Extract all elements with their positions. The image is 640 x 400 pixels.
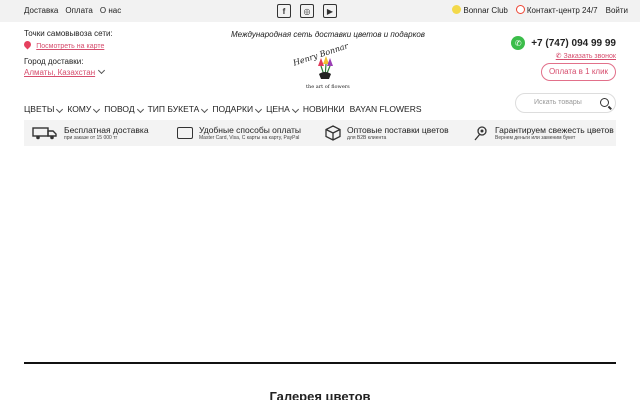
chevron-down-icon [93,105,101,113]
top-right: Bonnar Club Контакт-центр 24/7 Войти [452,5,628,15]
pay-one-click-button[interactable]: Оплата в 1 клик [541,63,616,81]
nav-item-bayan-flowers[interactable]: BAYAN FLOWERS [350,104,422,114]
city-value: Алматы, Казахстан [24,68,96,77]
city-label: Город доставки: [24,57,84,66]
feature-title: Бесплатная доставка [64,124,149,135]
nav-item-occasion[interactable]: ПОВОД [104,104,144,114]
social-links: f ◎ ▶ [277,4,337,18]
gallery-heading: Галерея цветов [269,389,371,400]
pickup-label: Точки самовывоза сети: [24,29,113,38]
main-nav: ЦВЕТЫ КОМУ ПОВОД ТИП БУКЕТА ПОДАРКИ ЦЕНА… [24,104,422,114]
search-icon[interactable] [600,98,609,107]
tulips-logo-icon [318,56,333,79]
chevron-down-icon [255,105,263,113]
box-icon [325,125,341,141]
nav-label: ПОВОД [104,104,135,114]
about-link[interactable]: О нас [100,6,121,15]
top-links: Доставка Оплата О нас [24,6,121,15]
feature-subtitle: для B2B клиента [347,134,387,141]
nav-item-flowers[interactable]: ЦВЕТЫ [24,104,64,114]
club-link[interactable]: Bonnar Club [452,5,508,15]
youtube-icon[interactable]: ▶ [323,4,337,18]
feature-subtitle: Вернем деньги или заменим букет [495,134,576,141]
login-link[interactable]: Войти [606,6,628,15]
callback-link[interactable]: ✆ Заказать звонок [556,52,616,60]
city-select[interactable]: Алматы, Казахстан [24,66,106,77]
nav-label: ЦВЕТЫ [24,104,55,114]
phone-block[interactable]: ✆ +7 (747) 094 99 99 [511,36,616,50]
chevron-down-icon [56,105,64,113]
delivery-link[interactable]: Доставка [24,6,58,15]
club-label: Bonnar Club [463,6,508,15]
features-bar: Бесплатная доставка при заказе от 15 000 … [24,120,616,146]
instagram-icon[interactable]: ◎ [300,4,314,18]
club-icon [452,5,462,14]
nav-item-price[interactable]: ЦЕНА [266,104,299,114]
nav-label: ПОДАРКИ [212,104,254,114]
nav-item-recipient[interactable]: КОМУ [67,104,101,114]
logo-subtitle: the art of flowers [306,84,350,90]
nav-label: ЦЕНА [266,104,290,114]
nav-item-gifts[interactable]: ПОДАРКИ [212,104,263,114]
top-bar: Доставка Оплата О нас f ◎ ▶ Bonnar Club … [0,0,640,22]
feature-subtitle: Master Card, Visa, С карты на карту, Pay… [199,134,300,141]
feature-title: Гарантируем свежесть цветов [495,124,614,135]
chevron-down-icon [136,105,144,113]
flower-icon [474,126,487,141]
phone-icon: ✆ [555,53,564,60]
feature-wholesale: Оптовые поставки цветов для B2B клиента [325,125,473,141]
nav-item-new[interactable]: НОВИНКИ [303,104,345,114]
chevron-down-icon [291,105,299,113]
wallet-icon [177,127,193,139]
contact-center-label: Контакт-центр 24/7 [526,6,598,15]
search-placeholder: Искать товары [534,99,582,106]
nav-label: BAYAN FLOWERS [349,104,422,114]
chevron-down-icon [98,66,106,75]
chevron-down-icon [201,105,209,113]
phone-number[interactable]: +7 (747) 094 99 99 [531,38,616,49]
truck-icon [32,127,57,140]
nav-item-bouquet-type[interactable]: ТИП БУКЕТА [147,104,209,114]
feature-subtitle: при заказе от 15 000 тг [64,134,118,141]
map-pin-icon [22,39,33,50]
callback-label: Заказать звонок [563,53,616,60]
payment-link[interactable]: Оплата [65,6,93,15]
nav-label: КОМУ [67,104,92,114]
feature-payment-methods: Удобные способы оплаты Master Card, Visa,… [177,124,325,141]
facebook-icon[interactable]: f [277,4,291,18]
search-input[interactable]: Искать товары [515,93,616,113]
view-map-link[interactable]: Посмотреть на карте [36,43,104,50]
nav-label: ТИП БУКЕТА [147,104,200,114]
feature-title: Удобные способы оплаты [199,124,302,135]
feature-title: Оптовые поставки цветов [347,124,449,135]
section-divider [24,362,616,364]
feature-freshness: Гарантируем свежесть цветов Вернем деньги… [473,125,616,141]
clock-icon [515,5,525,14]
nav-label: НОВИНКИ [302,104,345,114]
feature-free-delivery: Бесплатная доставка при заказе от 15 000 … [32,124,177,141]
tagline: Международная сеть доставки цветов и под… [231,30,425,39]
delivery-city: Город доставки: Алматы, Казахстан [24,57,106,77]
logo[interactable]: Henry Bonnar the art of flowers [292,41,356,94]
pickup-points: Точки самовывоза сети: Посмотреть на кар… [22,29,113,50]
whatsapp-icon[interactable]: ✆ [511,36,526,50]
contact-center-link[interactable]: Контакт-центр 24/7 [515,5,598,15]
